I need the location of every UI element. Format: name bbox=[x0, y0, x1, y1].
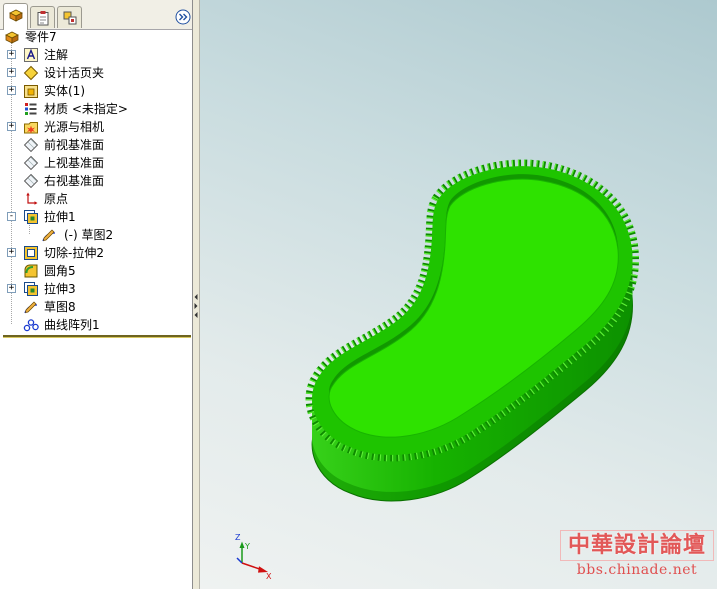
origin-icon bbox=[23, 191, 39, 207]
tree-item-label: 切除-拉伸2 bbox=[44, 246, 104, 260]
plane-icon bbox=[23, 137, 39, 153]
tree-item-origin[interactable]: 原点 bbox=[0, 190, 190, 208]
tree-item-label: 原点 bbox=[44, 192, 69, 206]
cut-extrude-icon bbox=[23, 245, 39, 261]
expand-toggle[interactable]: + bbox=[7, 50, 16, 59]
tree-item-label: 实体(1) bbox=[44, 84, 85, 98]
tree-item-label: 注解 bbox=[44, 48, 69, 62]
tree-item-label: 草图8 bbox=[44, 300, 76, 314]
expand-toggle[interactable]: + bbox=[7, 86, 16, 95]
tree-item-material[interactable]: 材质 <未指定> bbox=[0, 100, 190, 118]
coordinate-triad: Z Y X bbox=[235, 533, 272, 581]
tree-item-label: 上视基准面 bbox=[44, 156, 105, 170]
solid-bodies-icon bbox=[23, 83, 39, 99]
tree-item-front-plane[interactable]: 前视基准面 bbox=[0, 136, 190, 154]
expand-toggle[interactable]: + bbox=[7, 284, 16, 293]
tree-item-solid-bodies[interactable]: + 实体(1) bbox=[0, 82, 190, 100]
rollback-bar[interactable] bbox=[3, 335, 191, 338]
tree-item-design-binder[interactable]: + 设计活页夹 bbox=[0, 64, 190, 82]
tree-item-fillet5[interactable]: 圆角5 bbox=[0, 262, 190, 280]
tree-item-sketch8[interactable]: 草图8 bbox=[0, 298, 190, 316]
fillet-icon bbox=[23, 263, 39, 279]
tree-item-label: 右视基准面 bbox=[44, 174, 105, 188]
lights-cameras-icon bbox=[23, 119, 39, 135]
collapse-toggle[interactable]: - bbox=[7, 212, 16, 221]
expand-toggle[interactable]: + bbox=[7, 122, 16, 131]
tree-item-curve-pattern1[interactable]: 曲线阵列1 bbox=[0, 316, 190, 334]
model-view[interactable]: Z Y X bbox=[200, 0, 717, 589]
tree-item-label: 拉伸3 bbox=[44, 282, 76, 296]
tree-item-annotations[interactable]: + 注解 bbox=[0, 46, 190, 64]
tree-item-top-plane[interactable]: 上视基准面 bbox=[0, 154, 190, 172]
tree-item-sketch2[interactable]: (-) 草图2 bbox=[0, 226, 190, 244]
triad-z-label: Z bbox=[235, 533, 241, 542]
tree-item-label: 前视基准面 bbox=[44, 138, 105, 152]
watermark-site: bbs.chinade.net bbox=[576, 562, 698, 578]
triad-x-label: X bbox=[266, 572, 272, 581]
sketch-icon bbox=[41, 227, 57, 243]
splitter-arrows-icon[interactable] bbox=[193, 293, 199, 319]
tree-root-part[interactable]: 零件7 bbox=[0, 28, 190, 46]
watermark: 中華設計論壇 bbs.chinade.net bbox=[560, 530, 714, 582]
panel-splitter[interactable] bbox=[193, 0, 200, 589]
expand-toggle[interactable]: + bbox=[7, 68, 16, 77]
material-icon bbox=[23, 101, 39, 117]
plane-icon bbox=[23, 173, 39, 189]
expand-toggle[interactable]: + bbox=[7, 248, 16, 257]
tree-item-label: 材质 <未指定> bbox=[44, 102, 128, 116]
curve-pattern-icon bbox=[23, 317, 39, 333]
tree-item-label: 圆角5 bbox=[44, 264, 76, 278]
tree-item-label: 设计活页夹 bbox=[44, 66, 105, 80]
feature-manager-panel: 零件7 + 注解 + 设计活页夹 + 实体(1) 材质 <未指定> + 光源与相… bbox=[0, 0, 193, 589]
tree-item-extrude3[interactable]: + 拉伸3 bbox=[0, 280, 190, 298]
feature-tree: 零件7 + 注解 + 设计活页夹 + 实体(1) 材质 <未指定> + 光源与相… bbox=[0, 0, 192, 589]
tree-item-cut-extrude2[interactable]: + 切除-拉伸2 bbox=[0, 244, 190, 262]
tree-item-label: 零件7 bbox=[25, 30, 57, 44]
tree-item-extrude1[interactable]: - 拉伸1 bbox=[0, 208, 190, 226]
extrude-icon bbox=[23, 209, 39, 225]
tree-item-label: (-) 草图2 bbox=[64, 228, 114, 242]
tree-item-label: 光源与相机 bbox=[44, 120, 105, 134]
part-icon bbox=[4, 29, 20, 45]
tree-item-lights-cameras[interactable]: + 光源与相机 bbox=[0, 118, 190, 136]
triad-y-label: Y bbox=[244, 542, 250, 551]
plane-icon bbox=[23, 155, 39, 171]
watermark-title: 中華設計論壇 bbox=[560, 530, 714, 561]
sketch-icon bbox=[23, 299, 39, 315]
tree-item-right-plane[interactable]: 右视基准面 bbox=[0, 172, 190, 190]
annotation-icon bbox=[23, 47, 39, 63]
graphics-viewport[interactable]: Z Y X bbox=[200, 0, 717, 589]
design-binder-icon bbox=[23, 65, 39, 81]
tree-item-label: 拉伸1 bbox=[44, 210, 76, 224]
tree-item-label: 曲线阵列1 bbox=[44, 318, 100, 332]
extrude-icon bbox=[23, 281, 39, 297]
